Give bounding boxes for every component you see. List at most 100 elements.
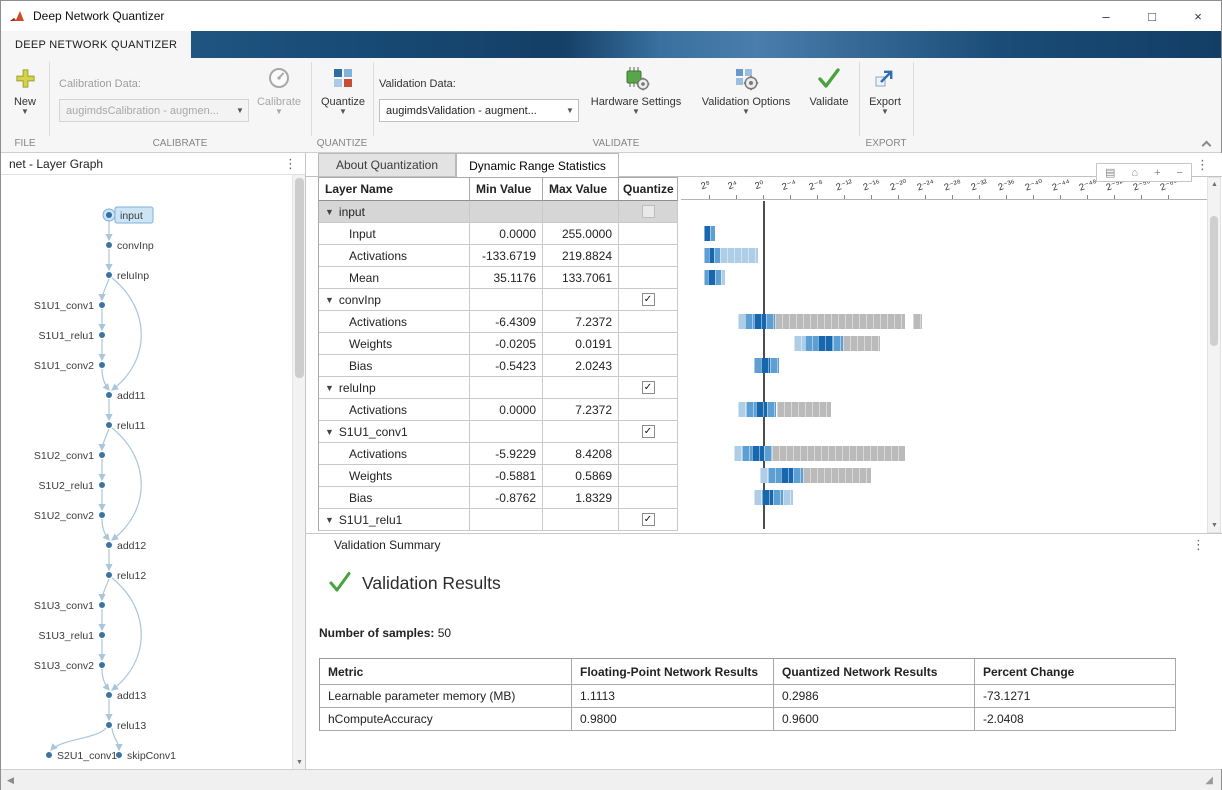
quantize-button[interactable]: Quantize ▼ [319,64,367,116]
histogram-bar-segment [720,248,757,263]
stats-row[interactable]: ▼input [318,201,678,223]
validation-table: MetricFloating-Point Network ResultsQuan… [319,658,1176,731]
collapse-arrow-icon[interactable]: ▼ [325,207,334,217]
export-button[interactable]: Export ▼ [862,64,908,116]
layer-graph-scrollbar[interactable]: ▼ [292,175,305,769]
stats-scrollbar[interactable]: ▲ ▼ [1207,177,1221,533]
validation-options-button[interactable]: Validation Options ▼ [699,64,793,116]
svg-text:add12: add12 [117,540,146,552]
histogram-bar-segment [762,490,773,505]
tab-about-quantization[interactable]: About Quantization [318,153,456,177]
axis-tick [763,195,764,199]
layer-graph-svg[interactable]: inputconvInpreluInpS1U1_conv1S1U1_relu1S… [1,175,291,769]
stats-panel-menu-icon[interactable]: ⋮ [1196,157,1209,173]
stats-row[interactable]: ▼convInp✓ [318,289,678,311]
quantize-checkbox[interactable]: ✓ [642,293,655,306]
layer-name-cell: ▼S1U1_relu1 [319,509,470,531]
collapse-arrow-icon[interactable]: ▼ [325,515,334,525]
stats-row[interactable]: Activations-133.6719219.8824 [318,245,678,267]
minimize-button[interactable]: – [1083,1,1129,31]
ribbon-tab-deep-network-quantizer[interactable]: DEEP NETWORK QUANTIZER [1,31,191,58]
export-plot-icon[interactable]: ▤ [1105,166,1115,179]
stats-row[interactable]: Input0.0000255.0000 [318,223,678,245]
dropdown-arrow-icon: ▼ [632,108,640,116]
histogram-bar-segment [752,446,765,461]
layer-name-label: Mean [349,271,379,285]
collapse-ribbon-icon[interactable] [1202,141,1212,151]
dropdown-arrow-icon: ▼ [339,108,347,116]
collapse-arrow-icon[interactable]: ▼ [325,295,334,305]
dropdown-arrow-icon: ▼ [881,108,889,116]
validation-data-dropdown[interactable]: augimdsValidation - augment... ▼ [379,99,579,122]
scrollbar-thumb[interactable] [1210,216,1218,346]
stats-row[interactable]: Activations-5.92298.4208 [318,443,678,465]
svg-text:add13: add13 [117,690,146,702]
maximize-button[interactable]: □ [1129,1,1175,31]
axis-tick [1141,195,1142,199]
dropdown-arrow-icon: ▼ [232,106,248,115]
main-area: About Quantization Dynamic Range Statist… [306,153,1222,769]
histogram-bar-segment [704,226,711,241]
quantize-checkbox[interactable]: ✓ [642,381,655,394]
scroll-down-icon[interactable]: ▼ [1208,519,1221,532]
quantize-checkbox[interactable] [642,205,655,218]
axis-tick [1114,195,1115,199]
histogram-bar-segment [767,402,776,417]
section-label-validate: VALIDATE [373,138,859,149]
close-button[interactable]: × [1175,1,1221,31]
histogram-bar-segment [746,402,755,417]
quantize-checkbox[interactable]: ✓ [642,513,655,526]
quantize-checkbox[interactable]: ✓ [642,425,655,438]
collapse-left-icon[interactable]: ◀ [7,775,14,786]
axis-tick-label: 2⁻⁴⁰ [1024,177,1045,193]
hardware-settings-button[interactable]: Hardware Settings ▼ [593,64,679,116]
stats-row[interactable]: Bias-0.54232.0243 [318,355,678,377]
layer-name-cell: Weights [319,333,470,355]
histogram-bar-segment [754,314,766,329]
layer-name-label: Bias [349,359,372,373]
calibration-data-dropdown[interactable]: augimdsCalibration - augmen... ▼ [59,99,249,122]
stats-row[interactable]: Bias-0.87621.8329 [318,487,678,509]
collapse-arrow-icon[interactable]: ▼ [325,427,334,437]
zoom-out-icon[interactable]: − [1177,167,1183,179]
validation-results-heading: Validation Results [328,570,501,597]
stats-row[interactable]: Activations0.00007.2372 [318,399,678,421]
panel-menu-icon[interactable]: ⋮ [284,156,297,172]
scroll-down-icon[interactable]: ▼ [293,756,306,769]
calibration-data-label: Calibration Data: [59,78,141,90]
min-value-cell [470,509,543,531]
calibrate-button[interactable]: Calibrate ▼ [251,64,307,116]
svg-text:skipConv1: skipConv1 [127,750,176,762]
max-value-cell [543,509,619,531]
quantize-cell: ✓ [619,289,678,311]
collapse-arrow-icon[interactable]: ▼ [325,383,334,393]
stats-row[interactable]: Weights-0.02050.0191 [318,333,678,355]
validate-button[interactable]: Validate [803,64,855,108]
scroll-up-icon[interactable]: ▲ [1208,178,1221,191]
stats-table: Layer Name Min Value Max Value Quantize … [318,177,678,531]
stats-row[interactable]: ▼S1U1_relu1 ✓ [318,509,678,531]
max-value-cell: 255.0000 [543,223,619,245]
stats-row[interactable]: ▼reluInp✓ [318,377,678,399]
new-button[interactable]: New ▼ [5,64,45,116]
max-value-cell [543,377,619,399]
validation-summary-header: Validation Summary ⋮ [306,534,1222,556]
tab-dynamic-range-statistics[interactable]: Dynamic Range Statistics [456,153,619,177]
validation-menu-icon[interactable]: ⋮ [1192,537,1205,553]
max-value-cell: 219.8824 [543,245,619,267]
title-bar: Deep Network Quantizer – □ × [1,1,1221,31]
validation-cell: 0.9600 [774,708,975,731]
stats-row[interactable]: Activations-6.43097.2372 [318,311,678,333]
axis-tick-label: 2⁰ [754,179,766,192]
axis-tick [925,195,926,199]
stats-row[interactable]: Mean35.1176133.7061 [318,267,678,289]
scrollbar-thumb[interactable] [295,178,304,378]
dropdown-arrow-icon: ▼ [742,108,750,116]
zoom-in-icon[interactable]: + [1154,167,1160,179]
quantize-grid-icon [331,64,355,92]
stats-row[interactable]: ▼S1U1_conv1✓ [318,421,678,443]
max-value-cell [543,201,619,223]
home-icon[interactable]: ⌂ [1131,167,1138,179]
svg-text:relu13: relu13 [117,720,146,732]
stats-row[interactable]: Weights-0.58810.5869 [318,465,678,487]
